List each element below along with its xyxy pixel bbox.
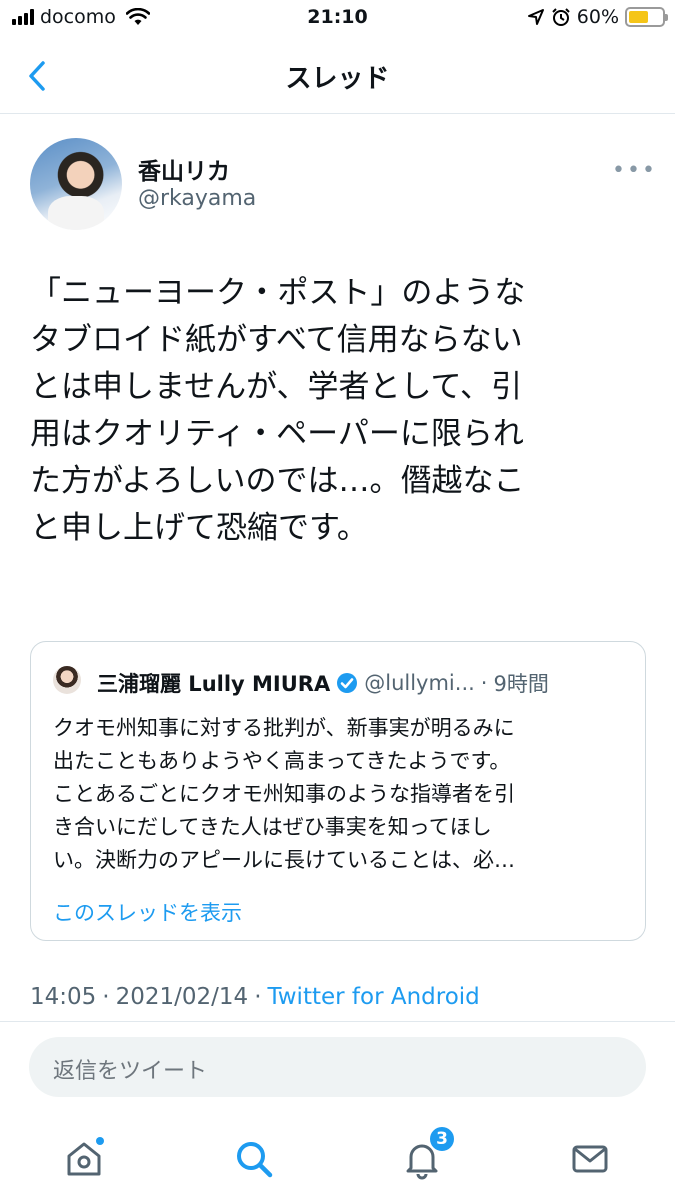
tweet-client-link[interactable]: Twitter for Android bbox=[268, 984, 480, 1010]
meta-separator: · bbox=[102, 984, 110, 1010]
notification-badge: 3 bbox=[428, 1125, 456, 1153]
tab-search[interactable] bbox=[230, 1135, 278, 1183]
battery-level-fill bbox=[629, 11, 649, 23]
tweet-text: 「ニューヨーク・ポスト」のような タブロイド紙がすべて信用ならない とは申しませ… bbox=[30, 275, 526, 546]
tab-home[interactable] bbox=[60, 1135, 108, 1183]
author-handle[interactable]: @rkayama bbox=[138, 186, 256, 211]
tab-bar: 3 bbox=[0, 1115, 675, 1200]
nav-header: スレッド bbox=[0, 38, 675, 114]
home-new-dot bbox=[96, 1137, 104, 1145]
search-icon bbox=[237, 1142, 273, 1178]
reply-input[interactable]: 返信をツイート bbox=[29, 1037, 646, 1097]
quoted-author-avatar bbox=[53, 666, 81, 694]
tweet-time: 14:05 bbox=[30, 984, 97, 1010]
quoted-tweet-card[interactable]: 三浦瑠麗 Lully MIURA @lullymi... · 9時間 クオモ州知… bbox=[30, 641, 646, 941]
tab-messages[interactable] bbox=[566, 1135, 614, 1183]
location-icon bbox=[527, 9, 544, 25]
tweet-meta: 14:05 · 2021/02/14 · Twitter for Android bbox=[30, 984, 480, 1010]
quoted-tweet-text: クオモ州知事に対する批判が、新事実が明るみに 出たこともありようやく高まってきた… bbox=[53, 716, 515, 872]
author-avatar[interactable] bbox=[30, 138, 122, 230]
tweet-date: 2021/02/14 bbox=[115, 984, 249, 1010]
messages-icon bbox=[572, 1145, 608, 1173]
quoted-author-name: 三浦瑠麗 Lully MIURA bbox=[97, 672, 331, 696]
reply-placeholder: 返信をツイート bbox=[53, 1059, 208, 1084]
page-title: スレッド bbox=[285, 64, 390, 94]
more-options-icon[interactable]: ••• bbox=[612, 158, 657, 183]
show-thread-link[interactable]: このスレッドを表示 bbox=[53, 897, 242, 927]
status-bar: docomo 21:10 60% bbox=[0, 0, 675, 38]
quoted-time: 9時間 bbox=[493, 672, 549, 696]
battery-percent: 60% bbox=[576, 6, 619, 28]
meta-separator: · bbox=[254, 984, 262, 1010]
battery-icon bbox=[625, 7, 668, 27]
quoted-author-handle: @lullymi... bbox=[364, 671, 475, 695]
status-right: 60% bbox=[527, 6, 668, 28]
alarm-icon bbox=[552, 8, 570, 26]
quoted-tweet-header: 三浦瑠麗 Lully MIURA @lullymi... · 9時間 bbox=[97, 668, 549, 698]
tab-notifications[interactable]: 3 bbox=[398, 1125, 456, 1183]
divider bbox=[0, 1021, 675, 1022]
verified-badge-icon bbox=[337, 673, 358, 693]
quoted-separator: · bbox=[480, 671, 488, 695]
author-name[interactable]: 香山リカ bbox=[138, 152, 230, 186]
